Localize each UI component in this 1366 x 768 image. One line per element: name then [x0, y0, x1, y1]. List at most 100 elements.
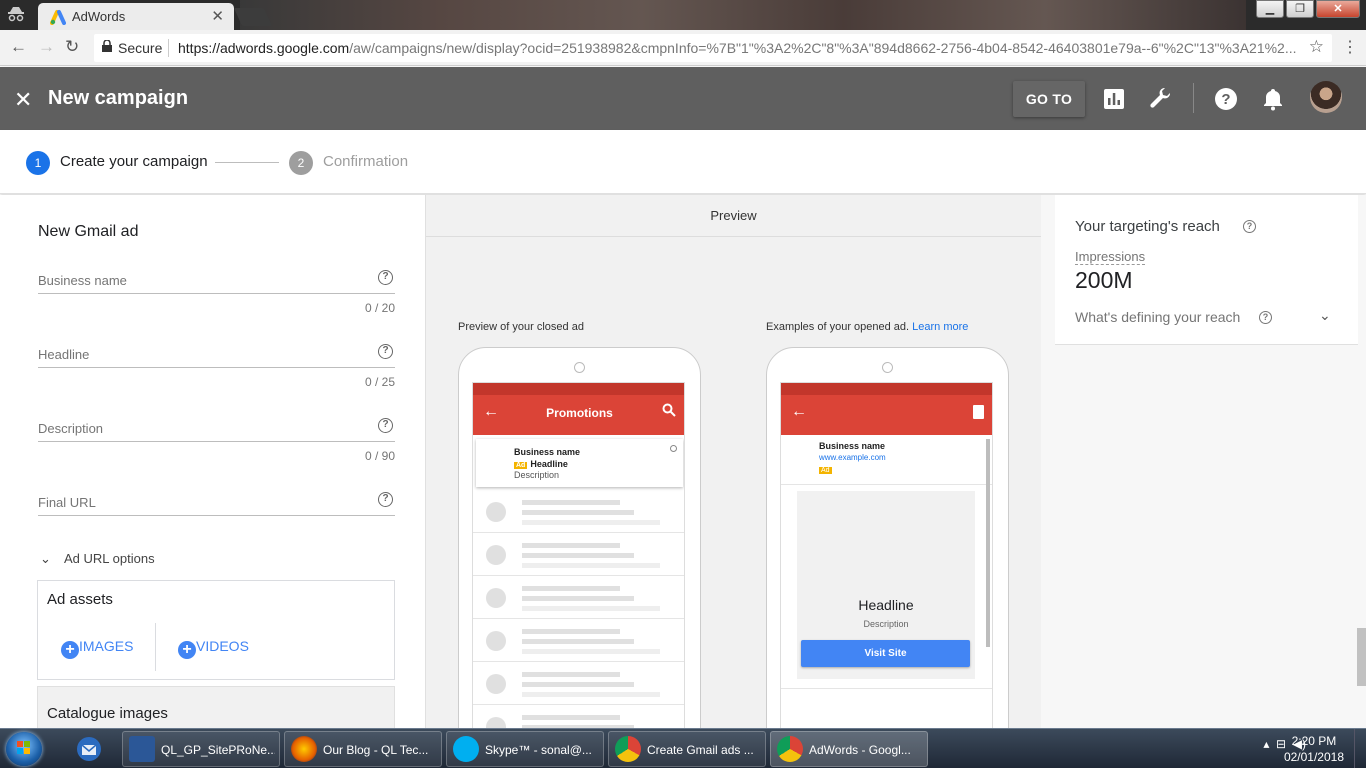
char-counter: 0 / 90 [364, 449, 395, 463]
headline-label: Headline [38, 347, 90, 362]
goto-button[interactable]: GO TO [1013, 81, 1085, 117]
address-bar[interactable]: Secure https://adwords.google.com/aw/cam… [94, 34, 1332, 62]
minimize-button[interactable]: ▁ [1256, 0, 1284, 18]
divider [781, 688, 992, 689]
show-desktop-button[interactable] [1354, 729, 1366, 768]
ad-headline-line: Ad Headline [514, 459, 568, 469]
omnibox-divider [168, 39, 169, 57]
gmail-toolbar: ← [781, 383, 992, 435]
browser-tab-adwords[interactable]: AdWords ✕ [38, 3, 234, 30]
adwords-logo-icon [50, 10, 66, 25]
ad-badge-line: Ad [819, 464, 835, 474]
visit-site-button: Visit Site [801, 640, 970, 667]
list-item [473, 533, 684, 576]
chevron-down-icon: ⌄ [40, 551, 51, 566]
phone-screen: ← Promotions Business name Ad Headline De… [472, 382, 685, 728]
help-icon[interactable]: ? [1214, 87, 1238, 111]
targeting-reach-card: Your targeting's reach ? Impressions 200… [1055, 195, 1358, 345]
secure-label: Secure [118, 40, 163, 56]
clock[interactable]: 2:20 PM 02/01/2018 [1284, 733, 1344, 765]
taskbar-item-label: QL_GP_SitePRoNe... [161, 743, 275, 757]
impressions-value: 200M [1075, 267, 1133, 293]
plus-icon: + [178, 641, 196, 659]
close-tab-icon[interactable]: ✕ [211, 7, 224, 25]
preview-panel: Preview Preview of your closed ad Exampl… [426, 195, 1041, 728]
creative-description: Description [863, 619, 909, 629]
taskbar-item-skype[interactable]: Skype™ - sonal@... [446, 731, 604, 767]
add-videos-button[interactable]: + VIDEOS [178, 638, 249, 659]
tools-wrench-icon[interactable] [1149, 87, 1173, 111]
status-bar [473, 383, 684, 395]
help-icon[interactable]: ? [378, 270, 393, 285]
chrome-menu-icon[interactable]: ⋮ [1342, 37, 1358, 57]
clock-date: 02/01/2018 [1283, 750, 1344, 764]
ad-url-options-toggle[interactable]: ⌄ Ad URL options [40, 551, 155, 567]
learn-more-link[interactable]: Learn more [912, 321, 968, 333]
help-icon[interactable]: ? [1259, 311, 1272, 324]
ad-assets-title: Ad assets [47, 591, 113, 608]
closed-ad-phone: ← Promotions Business name Ad Headline De… [458, 347, 701, 728]
account-avatar[interactable] [1310, 81, 1342, 113]
back-arrow-icon[interactable]: ← [10, 37, 27, 57]
start-button[interactable] [6, 732, 42, 766]
taskbar-item-word[interactable]: QL_GP_SitePRoNe... [122, 731, 280, 767]
thunderbird-icon[interactable] [74, 734, 104, 764]
ad-business-name: Business name [819, 441, 886, 451]
campaign-stepper: 1 Create your campaign 2 Confirmation [0, 130, 1366, 194]
catalogue-images-title: Catalogue images [47, 705, 168, 722]
taskbar-item-firefox[interactable]: Our Blog - QL Tec... [284, 731, 442, 767]
back-arrow-icon: ← [791, 403, 807, 420]
reports-icon[interactable] [1102, 87, 1126, 111]
add-images-button[interactable]: + IMAGES [61, 638, 133, 659]
reach-title: Your targeting's reach [1075, 218, 1220, 235]
preview-header: Preview [426, 195, 1041, 237]
window-controls: ▁ ❐ ✕ [1254, 0, 1360, 18]
taskbar-item-label: AdWords - Googl... [809, 743, 911, 757]
list-item [473, 662, 684, 705]
ad-headline: Headline [530, 459, 568, 469]
reload-icon[interactable]: ↻ [65, 37, 79, 57]
bookmark-star-icon[interactable]: ☆ [1309, 37, 1324, 57]
chrome-icon [777, 736, 803, 762]
description-label: Description [38, 421, 104, 436]
search-icon [662, 403, 676, 417]
final-url-label: Final URL [38, 495, 96, 510]
help-icon[interactable]: ? [378, 344, 393, 359]
page-scrollbar[interactable] [1357, 628, 1366, 686]
ad-url: www.example.com [819, 453, 886, 462]
lock-icon [102, 40, 112, 52]
windows-logo-icon [17, 741, 30, 754]
form-title: New Gmail ad [38, 223, 139, 240]
help-icon[interactable]: ? [378, 418, 393, 433]
notifications-bell-icon[interactable] [1261, 87, 1285, 111]
page-title: New campaign [48, 87, 189, 109]
help-icon[interactable]: ? [378, 492, 393, 507]
close-icon[interactable]: ✕ [14, 87, 32, 113]
phone-camera [574, 362, 585, 373]
forward-arrow-icon[interactable]: → [38, 37, 55, 57]
taskbar-item-chrome-2[interactable]: AdWords - Googl... [770, 731, 928, 767]
chevron-down-icon[interactable]: ⌄ [1319, 307, 1331, 324]
field-underline [38, 441, 395, 442]
window-close-button[interactable]: ✕ [1316, 0, 1360, 18]
maximize-button[interactable]: ❐ [1286, 0, 1314, 18]
catalogue-images-section[interactable]: Catalogue images [37, 686, 395, 728]
ad-form-panel: New Gmail ad Business name ? 0 / 20 Head… [0, 195, 426, 728]
ad-assets-section: Ad assets + IMAGES + VIDEOS [37, 580, 395, 680]
opened-ad-header: Business name www.example.com Ad [781, 435, 992, 485]
browser-toolbar: ← → ↻ Secure https://adwords.google.com/… [0, 30, 1366, 66]
taskbar-item-chrome-1[interactable]: Create Gmail ads ... [608, 731, 766, 767]
field-underline [38, 515, 395, 516]
defining-reach-label[interactable]: What's defining your reach [1075, 309, 1240, 325]
tab-strip-background [240, 0, 1246, 30]
app-header: ✕ New campaign GO TO ? [0, 67, 1366, 130]
list-item [473, 619, 684, 662]
assets-divider [155, 623, 156, 671]
url-text[interactable]: https://adwords.google.com/aw/campaigns/… [178, 40, 1298, 56]
step-2-number: 2 [289, 151, 313, 175]
trash-icon [973, 405, 984, 419]
step-1-label[interactable]: Create your campaign [60, 153, 208, 170]
step-2-label: Confirmation [323, 153, 409, 170]
char-counter: 0 / 25 [364, 375, 395, 389]
help-icon[interactable]: ? [1243, 220, 1256, 233]
